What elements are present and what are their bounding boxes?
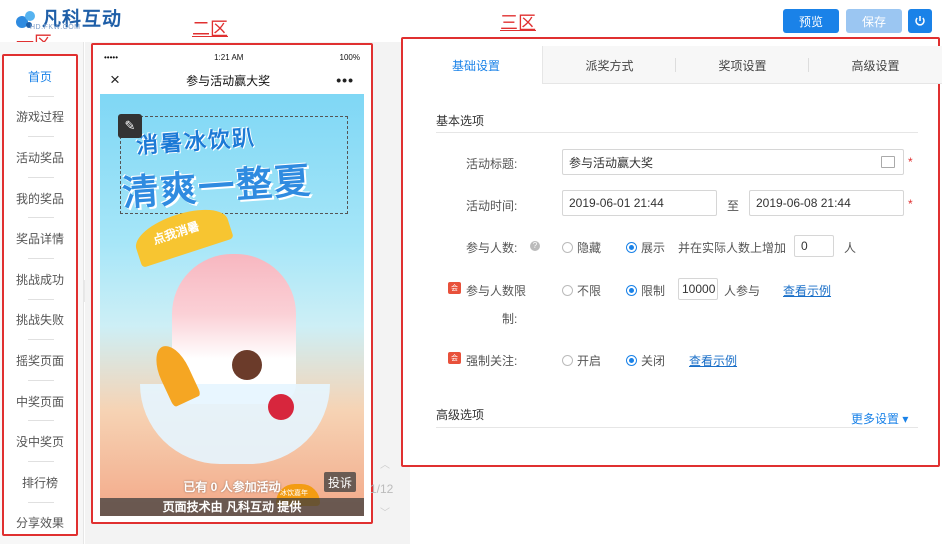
nav-item-no-win-page[interactable]: 没中奖页 [4,421,76,462]
advanced-options-title: 高级选项 [436,408,485,422]
poster-image[interactable]: 消暑冰饮趴 清爽一整夏 ✎ 点我消暑 冰饮嘉年 已有 0 人参加活动 投诉 页面… [100,94,364,516]
logo-subtext: HD.FKW.COM [30,24,81,31]
nav-item-challenge-fail[interactable]: 挑战失败 [4,300,76,341]
tech-provider-text: 页面技术由 凡科互动 提供 [100,498,364,516]
nav-item-share-effect[interactable]: 分享效果 [4,503,76,544]
keyboard-icon[interactable] [881,156,895,168]
phone-preview: ••••• 1:21 AM 100% × 参与活动赢大奖 ••• 消暑冰饮趴 清… [100,48,364,516]
participants-show-radio[interactable]: 展示 [626,239,665,256]
radio-label: 限制 [641,284,666,298]
follow-label: 强制关注: [466,354,518,368]
radio-dot [626,355,637,366]
phone-status-bar: ••••• 1:21 AM 100% [100,48,364,66]
radio-dot [562,285,573,296]
page-indicator: 1/12 [370,482,394,496]
participants-label: 参与人数: [466,241,518,255]
nav-item-event-prizes[interactable]: 活动奖品 [4,137,76,178]
limit-count-value: 10000 [682,282,716,296]
more-icon[interactable]: ••• [336,72,354,88]
limit-on-radio[interactable]: 限制 [626,282,665,299]
nav-item-lottery-page[interactable]: 摇奖页面 [4,340,76,381]
member-badge-icon: 会 [448,282,461,294]
help-icon[interactable]: ? [530,241,540,251]
time-to-text: 至 [727,199,740,213]
follow-on-radio[interactable]: 开启 [562,352,601,369]
nav-item-my-prizes[interactable]: 我的奖品 [4,178,76,219]
participants-hide-radio[interactable]: 隐藏 [562,239,601,256]
radio-dot [562,242,573,253]
member-badge-icon: 会 [448,352,461,364]
radio-dot [626,285,637,296]
nav-item-leaderboard[interactable]: 排行榜 [4,462,76,503]
end-time-input[interactable]: 2019-06-08 21:44 [749,190,904,216]
status-time: 1:21 AM [214,52,244,62]
edit-pencil-icon[interactable]: ✎ [118,114,142,138]
tab-advanced-settings[interactable]: 高级设置 [809,46,942,84]
radio-label: 隐藏 [577,241,602,255]
radio-label: 关闭 [641,354,666,368]
nav-item-win-page[interactable]: 中奖页面 [4,381,76,422]
section-divider [436,427,918,428]
chevron-down-icon[interactable]: ﹀ [380,504,390,519]
battery-icon: 100% [339,52,360,62]
title-input[interactable]: 参与活动赢大奖 [562,149,904,175]
limit-count-input[interactable]: 10000 [678,278,718,300]
basic-options-title: 基本选项 [436,114,485,128]
time-label: 活动时间: [466,199,518,213]
power-icon [915,16,925,26]
required-mark: * [908,197,913,211]
nav-item-challenge-success[interactable]: 挑战成功 [4,259,76,300]
section-divider [436,132,918,133]
save-button[interactable]: 保存 [846,9,902,33]
zone2-label: 二区 [192,19,228,39]
close-icon[interactable]: × [110,70,120,90]
start-time-value: 2019-06-01 21:44 [569,196,664,210]
power-button[interactable] [908,9,932,33]
start-time-input[interactable]: 2019-06-01 21:44 [562,190,717,216]
participants-unit: 人 [844,241,857,255]
follow-off-radio[interactable]: 关闭 [626,352,665,369]
radio-label: 展示 [641,241,666,255]
nav-item-game-process[interactable]: 游戏过程 [4,97,76,138]
required-mark: * [908,155,913,169]
follow-example-link[interactable]: 查看示例 [689,352,737,369]
report-button[interactable]: 投诉 [324,472,356,492]
title-label: 活动标题: [466,157,518,171]
top-header: 凡科互动 HD.FKW.COM 预览 保存 [0,0,944,42]
participants-add-input[interactable]: 0 [794,235,834,257]
limit-label: 参与人数限 [466,284,527,298]
page-nav: 首页 游戏过程 活动奖品 我的奖品 奖品详情 挑战成功 挑战失败 摇奖页面 中奖… [2,54,78,536]
end-time-value: 2019-06-08 21:44 [756,196,851,210]
preview-button[interactable]: 预览 [783,9,839,33]
nav-item-home[interactable]: 首页 [4,56,76,97]
radio-label: 不限 [577,284,602,298]
radio-dot [626,242,637,253]
nav-item-prize-detail[interactable]: 奖品详情 [4,218,76,259]
title-input-value: 参与活动赢大奖 [569,155,654,170]
signal-icon: ••••• [104,52,119,62]
phone-title-bar: × 参与活动赢大奖 ••• [100,66,364,94]
tab-basic-settings[interactable]: 基础设置 [410,46,543,84]
limit-label-2: 制: [502,312,518,326]
chevron-up-icon[interactable]: ︿ [380,456,390,471]
participants-add-value: 0 [801,239,808,253]
tab-award-method[interactable]: 派奖方式 [543,46,676,84]
limit-none-radio[interactable]: 不限 [562,282,601,299]
settings-tabs: 基础设置 派奖方式 奖项设置 高级设置 [410,46,942,84]
zone3-label: 三区 [500,13,536,33]
phone-page-title: 参与活动赢大奖 [186,73,271,88]
participants-extra-text: 并在实际人数上增加 [678,241,787,255]
radio-label: 开启 [577,354,602,368]
tab-prize-settings[interactable]: 奖项设置 [676,46,809,84]
limit-example-link[interactable]: 查看示例 [783,282,831,299]
cherry-graphic [268,394,294,420]
girl-illustration [232,350,262,380]
more-settings-button[interactable]: 更多设置 ▾ [851,410,908,427]
radio-dot [562,355,573,366]
limit-suffix-text: 人参与 [724,284,761,298]
